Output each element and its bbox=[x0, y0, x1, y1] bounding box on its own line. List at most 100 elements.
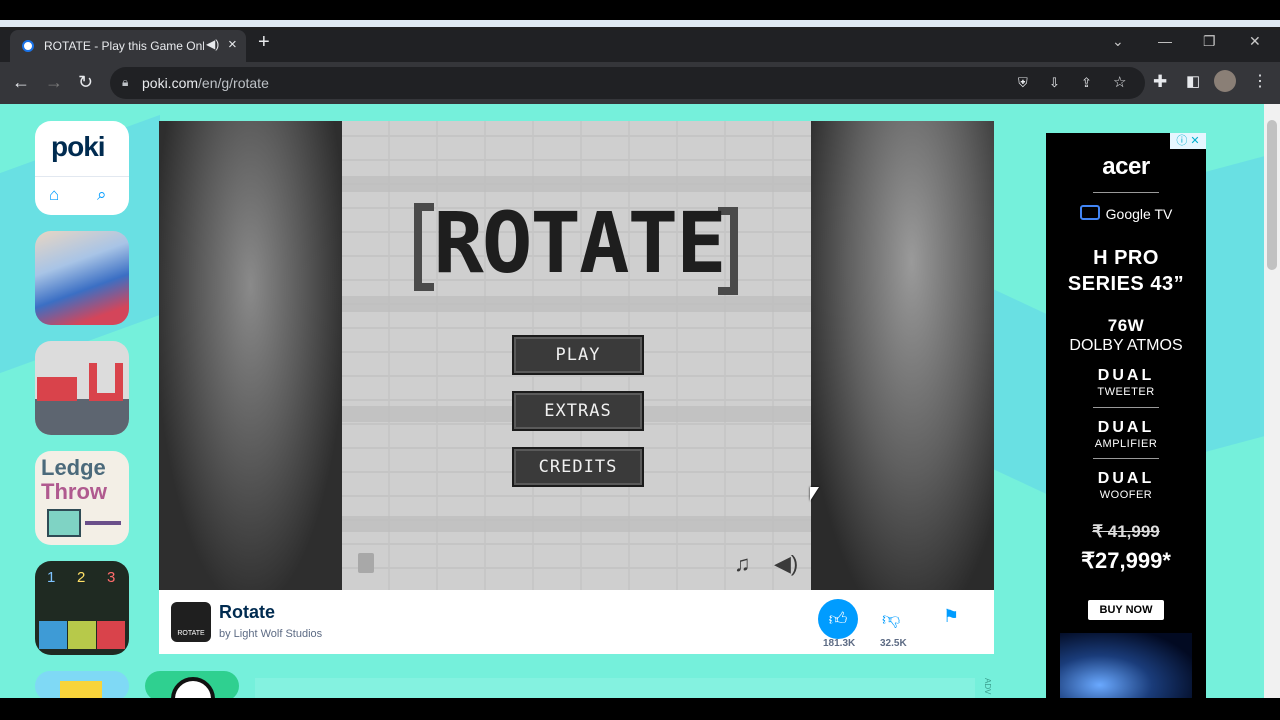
game-icon: ROTATE bbox=[171, 602, 211, 642]
play-button[interactable]: PLAY bbox=[512, 335, 644, 375]
game-thumbnail-partial[interactable] bbox=[35, 671, 129, 698]
adchoices-icon[interactable]: ⓘ ✕ bbox=[1170, 133, 1206, 149]
tab-audio-icon[interactable]: ◀) bbox=[206, 37, 219, 51]
window-close-icon[interactable]: ✕ bbox=[1249, 33, 1261, 50]
game-developer: by Light Wolf Studios bbox=[219, 628, 323, 640]
ad-model-line2: SERIES 43” bbox=[1067, 273, 1185, 295]
ad-divider bbox=[1093, 192, 1159, 193]
game-thumbnail-blocks[interactable] bbox=[35, 341, 129, 435]
thumb-yellow-block bbox=[68, 621, 96, 649]
reload-icon[interactable]: ↻ bbox=[78, 72, 93, 93]
bookmark-star-icon[interactable]: ☆ bbox=[1113, 73, 1126, 91]
extensions-icon[interactable]: ✚ bbox=[1153, 72, 1167, 92]
forward-icon[interactable]: → bbox=[45, 72, 63, 93]
like-count: 181.3K bbox=[823, 638, 856, 649]
page-scrollbar[interactable] bbox=[1264, 104, 1280, 698]
like-button[interactable]: 👍︎ bbox=[818, 599, 858, 639]
ad-partner: Google TV bbox=[1046, 205, 1206, 222]
new-tab-button[interactable]: + bbox=[258, 31, 270, 54]
ad-brand: acer bbox=[1102, 153, 1150, 180]
ledge-text: Ledge bbox=[41, 455, 106, 480]
url-domain: poki.com bbox=[142, 75, 199, 91]
share-icon[interactable]: ⇪ bbox=[1081, 75, 1092, 91]
browser-tab[interactable]: ROTATE - Play this Game Onl ◀) × bbox=[10, 30, 246, 62]
logo-divider bbox=[35, 176, 129, 177]
ad-tv-image bbox=[1060, 633, 1192, 698]
ad-partner-label: Google TV bbox=[1105, 206, 1173, 222]
tab-search-icon[interactable]: ⌄ bbox=[1112, 33, 1124, 50]
game-thumbnail-ledge-throw[interactable]: Ledge Throw bbox=[35, 451, 129, 545]
thumb-red-block bbox=[97, 621, 125, 649]
ad-divider bbox=[1093, 407, 1159, 408]
browser-toolbar: ← → ↻ 🔒︎ poki.com/en/g/rotate ⛨ ⇩ ⇪ ☆ ✚ … bbox=[0, 62, 1280, 104]
dislike-count: 32.5K bbox=[880, 638, 907, 649]
ad-power: 76W bbox=[1107, 316, 1145, 335]
sound-toggle-icon[interactable]: ◀) bbox=[774, 551, 798, 577]
advertisement-label: ADV bbox=[983, 678, 992, 695]
thumb-red-block bbox=[37, 377, 77, 401]
scrollbar-thumb[interactable] bbox=[1267, 120, 1277, 270]
menu-icon[interactable]: ⋮ bbox=[1252, 71, 1268, 91]
top-strip-line bbox=[0, 20, 1280, 27]
tab-title: ROTATE - Play this Game Onl bbox=[44, 39, 204, 53]
game-thumbnail-partial-2[interactable] bbox=[145, 671, 239, 698]
minimize-icon[interactable]: — bbox=[1158, 33, 1172, 49]
back-icon[interactable]: ← bbox=[12, 72, 30, 93]
thumb-number: 3 bbox=[107, 569, 116, 586]
tab-close-icon[interactable]: × bbox=[228, 36, 237, 53]
address-bar[interactable]: 🔒︎ poki.com/en/g/rotate ⛨ ⇩ ⇪ ☆ bbox=[110, 67, 1145, 99]
bg-shape bbox=[1206, 156, 1264, 452]
game-info-bar: ROTATE Rotate by Light Wolf Studios 👍︎ 1… bbox=[159, 590, 994, 654]
game-frame[interactable]: ROTATE PLAY EXTRAS CREDITS ♫ ◀) bbox=[159, 121, 994, 591]
thumbs-up-icon: 👍︎ bbox=[828, 609, 848, 629]
game-icon-label: ROTATE bbox=[177, 630, 205, 637]
thumb-number: 2 bbox=[77, 569, 86, 586]
search-icon[interactable]: ⌕ bbox=[97, 185, 107, 205]
poki-logo-card[interactable]: poki ⌂ ⌕ bbox=[35, 121, 129, 215]
thumb-u-block bbox=[89, 363, 123, 401]
url-text[interactable]: poki.com/en/g/rotate bbox=[142, 75, 269, 91]
profile-avatar[interactable] bbox=[1214, 70, 1236, 92]
ad-price: ₹27,999* bbox=[1081, 548, 1171, 573]
game-thumbnail-numbers[interactable]: 1 2 3 bbox=[35, 561, 129, 655]
page-content: poki ⌂ ⌕ Ledge Throw 1 2 3 ROTATE PLAY E… bbox=[0, 104, 1264, 698]
install-icon[interactable]: ⇩ bbox=[1049, 75, 1060, 91]
extras-button[interactable]: EXTRAS bbox=[512, 391, 644, 431]
game-thumbnail-race[interactable] bbox=[35, 231, 129, 325]
report-flag-icon[interactable]: ⚑ bbox=[943, 606, 959, 627]
site-info-icon[interactable]: ⛨ bbox=[1018, 75, 1028, 91]
url-path: /en/g/rotate bbox=[198, 75, 269, 91]
advertisement-banner[interactable]: ⓘ ✕ acer Google TV H PRO SERIES 43” 76W … bbox=[1046, 133, 1206, 698]
ad-divider bbox=[1093, 458, 1159, 459]
game-logo-title: ROTATE bbox=[433, 194, 726, 292]
ad-feature1-top: DUAL bbox=[1097, 367, 1155, 384]
lock-icon[interactable]: 🔒︎ bbox=[122, 75, 128, 90]
bottom-bar bbox=[0, 698, 1280, 720]
game-blur-right bbox=[811, 121, 994, 591]
restore-icon[interactable]: ❐ bbox=[1203, 33, 1216, 50]
beam bbox=[342, 296, 811, 312]
ad-buy-now-button[interactable]: BUY NOW bbox=[1088, 600, 1164, 620]
home-icon[interactable]: ⌂ bbox=[49, 185, 59, 205]
thumb-ledge bbox=[85, 521, 121, 525]
thumb-robot bbox=[47, 509, 81, 537]
credits-button[interactable]: CREDITS bbox=[512, 447, 644, 487]
game-name: Rotate bbox=[219, 602, 276, 622]
ad-feature2-top: DUAL bbox=[1097, 419, 1155, 436]
thumb-floor bbox=[35, 399, 129, 435]
side-panel-icon[interactable]: ◧ bbox=[1186, 72, 1200, 90]
poki-logo[interactable]: poki bbox=[51, 131, 106, 163]
ad-model-line1: H PRO bbox=[1093, 247, 1159, 269]
beam bbox=[342, 176, 811, 192]
tab-favicon-icon bbox=[22, 40, 34, 52]
ad-feature3-bottom: WOOFER bbox=[1099, 489, 1153, 501]
ad-feature1-bottom: TWEETER bbox=[1097, 386, 1155, 398]
music-toggle-icon[interactable]: ♫ bbox=[734, 551, 751, 577]
game-canvas[interactable]: ROTATE PLAY EXTRAS CREDITS ♫ ◀) bbox=[342, 121, 811, 591]
dislike-button[interactable]: 👎︎ bbox=[882, 608, 900, 630]
ad-audio: DOLBY ATMOS bbox=[1069, 337, 1183, 354]
trash-icon[interactable] bbox=[358, 553, 374, 573]
throw-text: Throw bbox=[41, 479, 107, 504]
ad-feature2-bottom: AMPLIFIER bbox=[1094, 438, 1158, 450]
ad-old-price: ₹ 41,999 bbox=[1092, 522, 1160, 541]
